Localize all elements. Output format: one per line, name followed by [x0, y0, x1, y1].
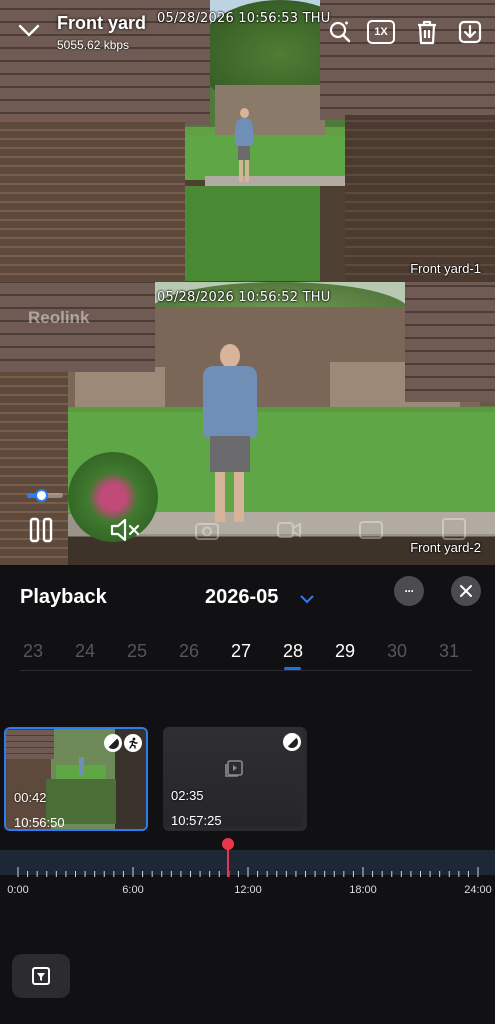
day-25[interactable]: 25: [112, 641, 162, 662]
layout-button[interactable]: [440, 516, 468, 542]
pause-button[interactable]: [27, 516, 55, 544]
timeline-label: 24:00: [464, 884, 492, 896]
day-night-icon: [104, 734, 122, 752]
clip-card[interactable]: 02:35 10:57:25: [163, 727, 307, 831]
sidewalk: [205, 176, 345, 186]
day-strip: 23 24 25 26 27 28 29 30 31: [8, 641, 488, 671]
pause-icon: [29, 517, 53, 543]
day-27[interactable]: 27: [216, 641, 266, 662]
person: [198, 344, 262, 534]
timeline-label: 0:00: [7, 884, 29, 896]
camera-title: Front yard: [57, 13, 147, 33]
clip-card[interactable]: 00:42 10:56:50: [4, 727, 148, 831]
timeline-label: 12:00: [234, 884, 262, 896]
snapshot-button[interactable]: [193, 518, 221, 542]
timeline-label: 6:00: [122, 884, 144, 896]
volume-slider[interactable]: [27, 489, 63, 502]
close-icon: [460, 585, 472, 597]
collapse-button[interactable]: [16, 20, 42, 42]
clip-duration: 00:42: [14, 790, 47, 805]
lawn: [185, 135, 345, 180]
brick-wall: [0, 120, 185, 282]
chevron-down-icon: [300, 595, 314, 604]
filter-button[interactable]: [12, 954, 70, 998]
divider: [20, 670, 472, 671]
brick-wall: [345, 115, 495, 282]
day-23[interactable]: 23: [8, 641, 58, 662]
trash-icon: [418, 20, 436, 45]
video-player[interactable]: 05/28/2026 10:56:53 THU Front yard-1 Reo…: [0, 0, 495, 565]
month-dropdown[interactable]: [300, 591, 314, 609]
brand-watermark: Reolink: [28, 308, 90, 327]
day-29[interactable]: 29: [320, 641, 370, 662]
chevron-down-icon: [18, 24, 40, 37]
speaker-muted-icon: [110, 518, 140, 542]
day-24[interactable]: 24: [60, 641, 110, 662]
person: [232, 108, 256, 188]
zoom-search-icon: [329, 21, 351, 43]
timeline-playhead-handle[interactable]: [221, 838, 234, 850]
video-file-icon: [223, 757, 245, 779]
top-bar: Front yard 5055.62 kbps 1X: [0, 0, 495, 60]
person-motion-icon: [124, 734, 142, 752]
day-26[interactable]: 26: [164, 641, 214, 662]
camera-view-2[interactable]: Reolink 05/28/2026 10:56:52 THU Front ya…: [0, 282, 495, 565]
quality-button[interactable]: [357, 518, 385, 542]
camera-label: Front yard-2: [410, 540, 481, 555]
download-button[interactable]: [456, 18, 484, 46]
day-night-icon: [283, 733, 301, 751]
day-30[interactable]: 30: [372, 641, 422, 662]
clip-duration: 02:35: [171, 788, 204, 803]
record-button[interactable]: [275, 518, 303, 542]
day-28[interactable]: 28: [268, 641, 318, 662]
day-31[interactable]: 31: [424, 641, 474, 662]
playback-title: Playback: [20, 586, 107, 608]
close-button[interactable]: [451, 576, 481, 606]
timestamp-overlay: 05/28/2026 10:56:52 THU: [157, 290, 331, 305]
camera-icon: [195, 523, 219, 540]
timeline-label: 18:00: [349, 884, 377, 896]
house: [75, 367, 165, 407]
clip-start-time: 10:57:25: [171, 813, 222, 828]
playback-panel: Playback 2026-05 ··· 23 24 25 26 27 28 29 30 31 …: [0, 565, 495, 1024]
layout-icon: [442, 518, 466, 540]
mute-button[interactable]: [108, 516, 142, 544]
zoom-button[interactable]: [326, 18, 354, 46]
download-icon: [458, 20, 482, 44]
filter-icon: [32, 967, 50, 985]
hd-quality-icon: [359, 521, 383, 539]
timeline-ticks: [17, 867, 479, 877]
clip-start-time: 10:56:50: [14, 815, 65, 830]
roof: [405, 282, 495, 402]
bitrate-readout: 5055.62 kbps: [57, 38, 130, 52]
camera-label: Front yard-1: [410, 261, 481, 276]
more-button[interactable]: ···: [394, 576, 424, 606]
delete-button[interactable]: [413, 17, 441, 47]
month-selector[interactable]: 2026-05: [205, 586, 278, 609]
video-record-icon: [277, 522, 301, 538]
playback-speed-button[interactable]: 1X: [367, 20, 395, 44]
